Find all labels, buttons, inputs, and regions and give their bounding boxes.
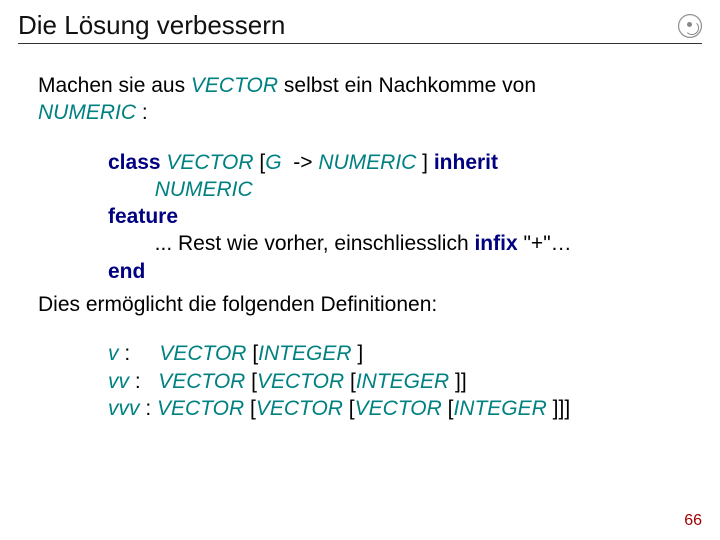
def-line: v : VECTOR [INTEGER ] — [108, 340, 692, 367]
class-ref: VECTOR — [256, 397, 349, 420]
class-ref: VECTOR — [355, 397, 448, 420]
intro-part: : — [136, 101, 148, 124]
logo-icon — [678, 14, 702, 38]
code-line: end — [108, 258, 692, 285]
class-ref: VECTOR — [159, 342, 252, 365]
txt: Rest wie vorher, einschliesslich — [178, 232, 474, 255]
intro-part: Machen sie aus — [38, 74, 191, 97]
var: vvv — [108, 397, 140, 420]
code-line: class VECTOR [G -> NUMERIC ] inherit — [108, 149, 692, 176]
def-line: vvv : VECTOR [VECTOR [VECTOR [INTEGER ]]… — [108, 395, 692, 422]
intro-part: selbst ein Nachkomme von — [278, 74, 536, 97]
txt: [ — [254, 151, 266, 174]
class-ref: INTEGER — [453, 397, 552, 420]
slide-title: Die Lösung verbessern — [18, 10, 285, 41]
code-line: feature — [108, 203, 692, 230]
txt: : — [119, 342, 160, 365]
keyword: infix — [474, 232, 517, 255]
txt: ] — [564, 397, 570, 420]
class-ref: VECTOR — [158, 370, 251, 393]
class-ref: NUMERIC — [155, 178, 259, 201]
definitions: v : VECTOR [INTEGER ] vv : VECTOR [VECTO… — [38, 340, 692, 422]
txt: ] — [422, 151, 434, 174]
txt: "+"… — [518, 232, 572, 255]
txt: ] — [357, 342, 363, 365]
page-number: 66 — [684, 512, 702, 530]
code-block: class VECTOR [G -> NUMERIC ] inherit NUM… — [38, 149, 692, 285]
intro-text: Machen sie aus VECTOR selbst ein Nachkom… — [38, 72, 692, 127]
class-ref: VECTOR — [157, 397, 250, 420]
class-ref: NUMERIC — [38, 101, 136, 124]
paragraph: Dies ermöglicht die folgenden Definition… — [38, 291, 692, 318]
class-ref: INTEGER — [258, 342, 357, 365]
class-ref: NUMERIC — [318, 151, 422, 174]
indent — [108, 178, 155, 201]
content: Machen sie aus VECTOR selbst ein Nachkom… — [18, 72, 702, 422]
indent: ... — [108, 232, 178, 255]
var: vv — [108, 370, 129, 393]
var: v — [108, 342, 119, 365]
class-ref: VECTOR — [257, 370, 350, 393]
keyword: end — [108, 260, 145, 283]
txt: : — [129, 370, 158, 393]
keyword: inherit — [434, 151, 498, 174]
class-ref: VECTOR — [191, 74, 278, 97]
keyword: feature — [108, 205, 178, 228]
title-row: Die Lösung verbessern — [18, 10, 702, 44]
code-line: ... Rest wie vorher, einschliesslich inf… — [108, 230, 692, 257]
txt: : — [140, 397, 158, 420]
keyword: class — [108, 151, 161, 174]
def-line: vv : VECTOR [VECTOR [INTEGER ]] — [108, 368, 692, 395]
txt: ] — [461, 370, 467, 393]
generic: G — [265, 151, 287, 174]
class-ref: VECTOR — [166, 151, 253, 174]
class-ref: INTEGER — [356, 370, 455, 393]
txt: -> — [287, 151, 318, 174]
code-line: NUMERIC — [108, 176, 692, 203]
